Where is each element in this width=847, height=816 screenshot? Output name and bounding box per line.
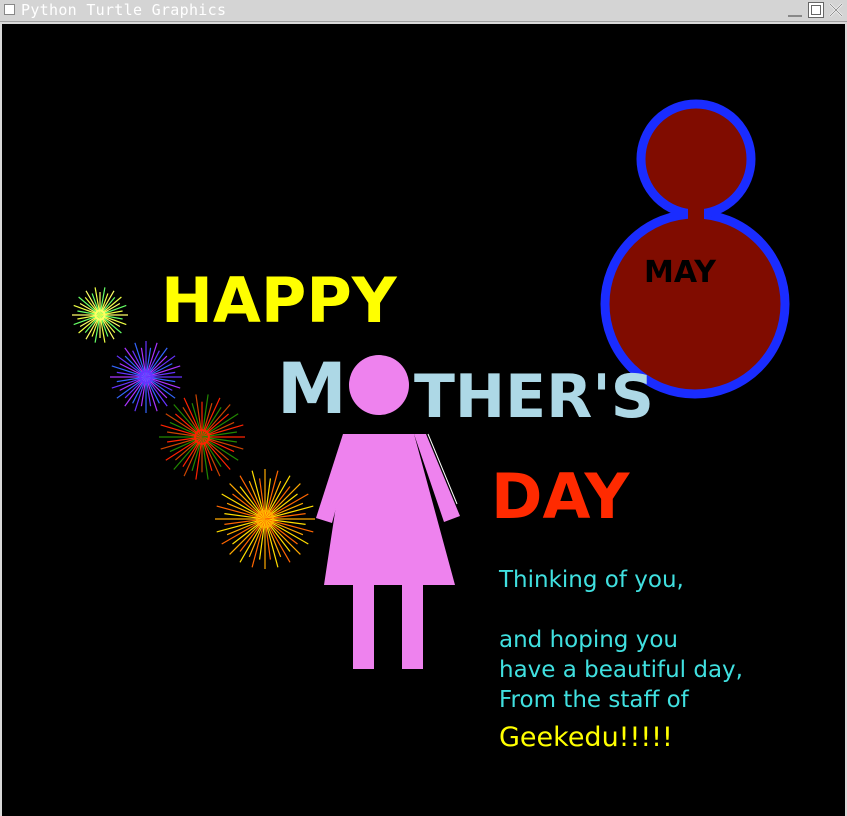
window-menu-icon[interactable] [4, 4, 15, 15]
maximize-button[interactable] [808, 2, 824, 18]
signature-text: Geekedu!!!!! [499, 722, 673, 753]
message-line-1: Thinking of you, [498, 567, 684, 593]
window-titlebar[interactable]: Python Turtle Graphics [0, 0, 847, 22]
close-button[interactable] [828, 2, 844, 18]
eight-badge: MAY [600, 99, 790, 399]
close-icon [829, 3, 843, 17]
eight-joint [688, 207, 704, 221]
card-drawing: MAY HAPPY M THER'S DAY Thinking of you, [72, 99, 790, 753]
may-label: MAY [644, 255, 717, 290]
figure-left-leg [353, 585, 374, 669]
figure-head [349, 355, 409, 415]
turtle-canvas[interactable]: MAY HAPPY M THER'S DAY Thinking of you, [0, 22, 847, 816]
eight-upper-circle [636, 99, 756, 219]
mothers-rest-text: THER'S [414, 362, 654, 432]
red-green-firework [159, 394, 245, 480]
mothers-m-text: M [277, 348, 347, 430]
message-line-4: From the staff of [499, 687, 690, 713]
yellow-green-firework [72, 287, 128, 343]
figure-right-leg [402, 585, 423, 669]
happy-text: HAPPY [161, 264, 398, 337]
figure-leg-gap [374, 585, 402, 603]
message-block: Thinking of you, and hoping you have a b… [498, 567, 743, 753]
orange-yellow-firework [215, 469, 315, 569]
turtle-screen[interactable]: MAY HAPPY M THER'S DAY Thinking of you, [2, 24, 845, 816]
message-line-2: and hoping you [499, 627, 678, 653]
day-text: DAY [491, 460, 631, 533]
message-line-3: have a beautiful day, [499, 657, 743, 683]
purple-blue-firework [110, 341, 182, 413]
window-title: Python Turtle Graphics [21, 1, 227, 19]
minimize-button[interactable] [787, 2, 803, 18]
